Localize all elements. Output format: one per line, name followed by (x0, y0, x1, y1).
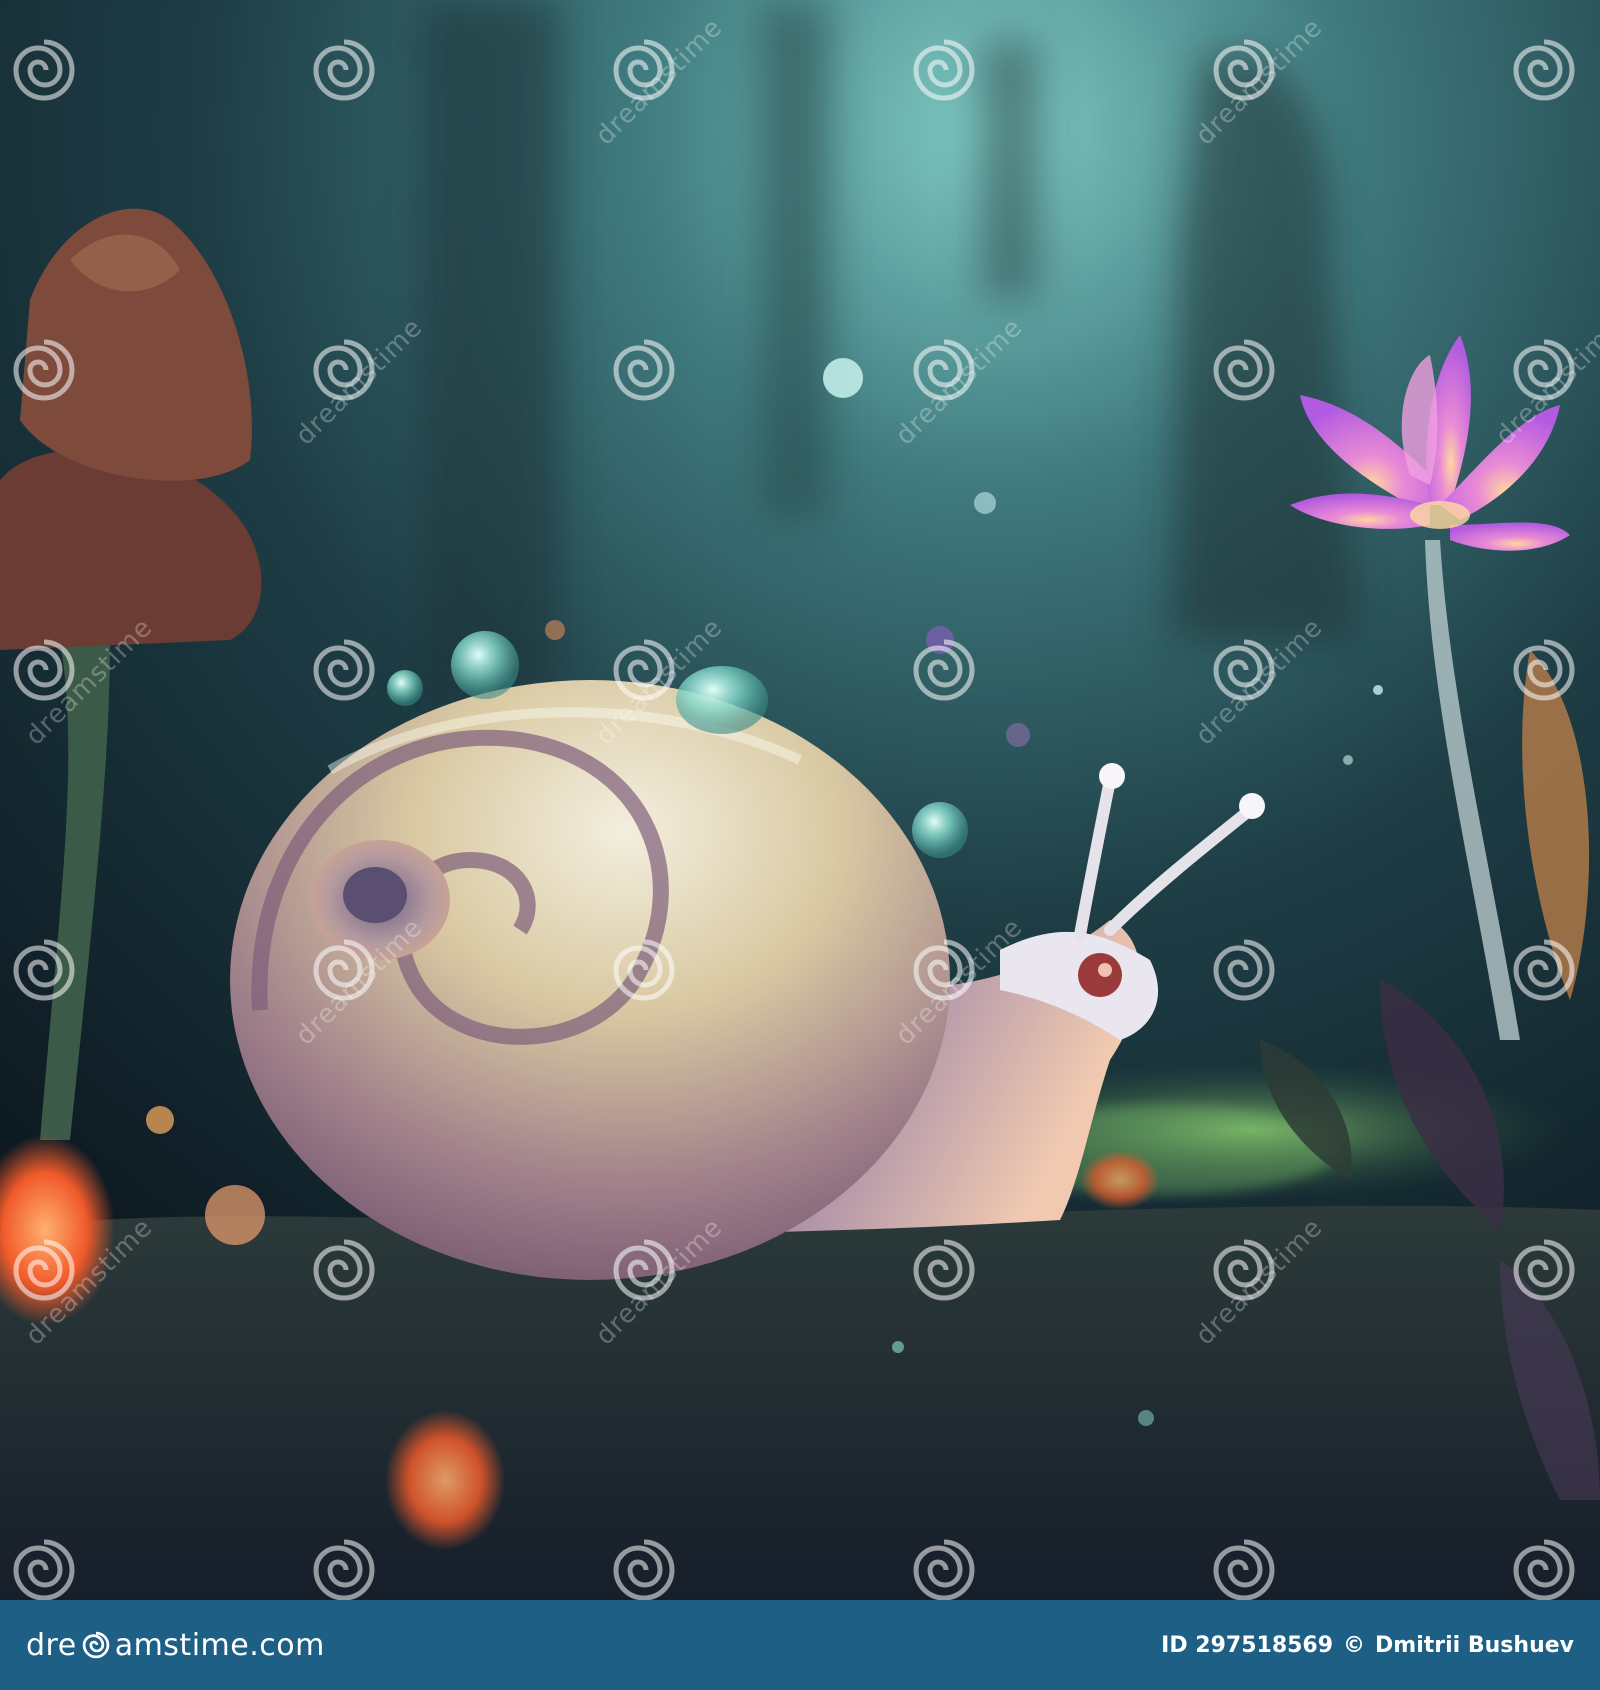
brand-logo: dre amstime.com (26, 1628, 325, 1663)
stock-image-frame: dreamstime dreamstime dreamstime dreamstime… (0, 0, 1600, 1690)
stock-footer-bar: dre amstime.com ID 297518569 © Dmitrii B… (0, 1600, 1600, 1690)
copyright-symbol: © (1343, 1632, 1366, 1658)
brand-text-start: dre (26, 1627, 77, 1663)
snail-forest-illustration (0, 0, 1600, 1600)
image-id: ID 297518569 (1161, 1632, 1334, 1658)
brand-text-end: amstime.com (114, 1627, 325, 1663)
image-credit: ID 297518569 © Dmitrii Bushuev (1161, 1633, 1574, 1658)
swirl-icon (82, 1631, 109, 1659)
author-name: Dmitrii Bushuev (1375, 1632, 1574, 1658)
